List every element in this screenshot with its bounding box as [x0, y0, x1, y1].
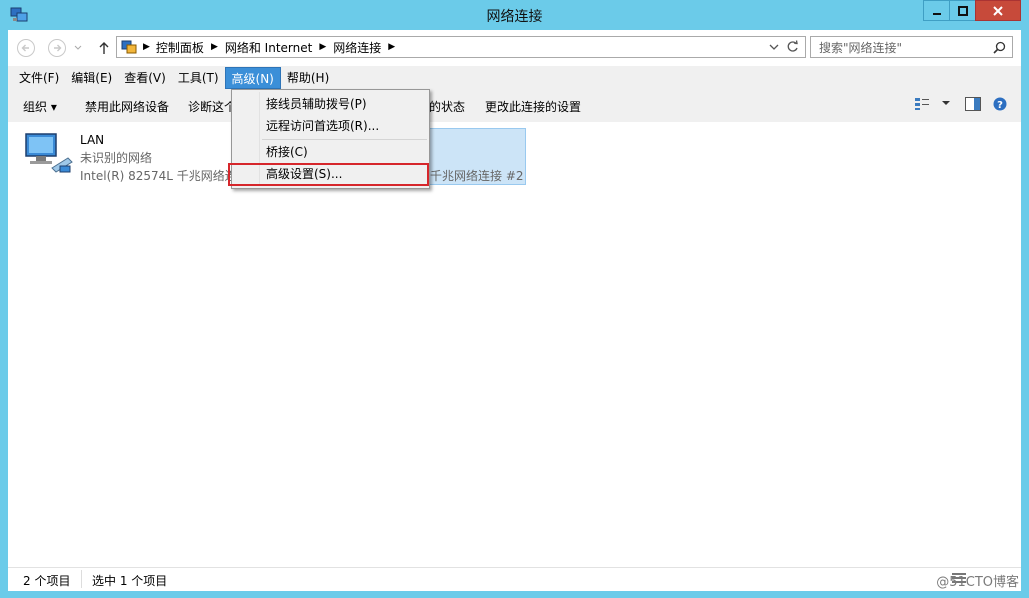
network-adapter-icon: [22, 130, 74, 185]
up-arrow-icon: [99, 42, 109, 54]
close-icon: [993, 5, 1003, 16]
chevron-down-icon: [769, 44, 779, 50]
status-divider: [81, 570, 82, 588]
breadcrumb-chevron-icon[interactable]: ▶: [388, 42, 395, 52]
connection-name: LAN: [80, 133, 105, 147]
menu-tools[interactable]: 工具(T): [172, 67, 225, 89]
maximize-icon: [957, 5, 968, 16]
search-icon[interactable]: [993, 41, 1006, 57]
forward-button[interactable]: [47, 38, 67, 58]
menu-separator: [262, 139, 427, 140]
breadcrumb-network-internet[interactable]: 网络和 Internet: [225, 39, 312, 56]
caption-buttons: [923, 0, 1021, 21]
change-settings-button[interactable]: 更改此连接的设置: [485, 98, 581, 115]
minimize-icon: [932, 12, 941, 15]
diagnose-button[interactable]: 诊断这个: [188, 98, 236, 115]
forward-arrow-icon: [48, 39, 66, 57]
breadcrumb-chevron-icon[interactable]: ▶: [319, 42, 326, 52]
menu-help[interactable]: 帮助(H): [281, 67, 335, 89]
help-button[interactable]: ?: [993, 97, 1007, 114]
minimize-button[interactable]: [923, 0, 950, 21]
search-placeholder: 搜索"网络连接": [819, 40, 903, 55]
connection-adapter: 千兆网络连接 #2: [430, 169, 524, 183]
navigation-bar: ▶ 控制面板 ▶ 网络和 Internet ▶ 网络连接 ▶ 搜索"网络连接": [8, 30, 1021, 66]
maximize-button[interactable]: [949, 0, 976, 21]
annotation-highlight-box: [228, 163, 429, 186]
address-history-dropdown[interactable]: [769, 41, 779, 55]
breadcrumb: 控制面板 ▶ 网络和 Internet ▶ 网络连接 ▶: [156, 39, 402, 56]
preview-pane-icon: [965, 97, 981, 111]
connection-status: 未识别的网络: [80, 151, 153, 165]
command-bar: 组织 ▾ 禁用此网络设备 诊断这个 的状态 更改此连接的设置 ?: [8, 90, 1021, 122]
menu-item-operator-dial[interactable]: 接线员辅助拨号(P): [233, 93, 428, 115]
back-arrow-icon: [17, 39, 35, 57]
selected-count: 选中 1 个项目: [92, 574, 168, 588]
file-list-pane[interactable]: LAN 未识别的网络 Intel(R) 82574L 千兆网络连 千兆网络连接 …: [8, 122, 1021, 567]
network-connection-item[interactable]: LAN 未识别的网络 Intel(R) 82574L 千兆网络连: [80, 131, 237, 185]
view-status-button[interactable]: 的状态: [429, 98, 465, 115]
up-button[interactable]: [94, 38, 114, 58]
connection-adapter: Intel(R) 82574L 千兆网络连: [80, 169, 237, 183]
title-bar: 网络连接: [0, 0, 1029, 30]
recent-locations-dropdown[interactable]: [72, 38, 84, 58]
status-bar: 2 个项目 选中 1 个项目: [8, 567, 1021, 591]
breadcrumb-root-chevron-icon[interactable]: ▶: [143, 42, 150, 52]
back-button[interactable]: [16, 38, 36, 58]
search-input[interactable]: 搜索"网络连接": [810, 36, 1013, 58]
chevron-down-icon: [74, 45, 82, 50]
window-title: 网络连接: [486, 9, 543, 25]
view-dropdown[interactable]: [941, 97, 951, 111]
menu-edit[interactable]: 编辑(E): [65, 67, 118, 89]
control-panel-icon: [121, 39, 137, 55]
chevron-down-icon: [942, 101, 950, 105]
menu-advanced[interactable]: 高级(N): [224, 67, 281, 89]
menu-item-remote-access-prefs[interactable]: 远程访问首选项(R)...: [233, 115, 428, 137]
menu-bar: 文件(F) 编辑(E) 查看(V) 工具(T) 高级(N) 帮助(H): [8, 66, 1021, 90]
preview-pane-button[interactable]: [965, 97, 981, 114]
organize-button[interactable]: 组织 ▾: [23, 98, 57, 115]
refresh-icon: [787, 40, 798, 52]
view-options-icon: [915, 98, 929, 110]
svg-text:?: ?: [997, 100, 1003, 111]
menu-file[interactable]: 文件(F): [13, 67, 65, 89]
menu-view[interactable]: 查看(V): [118, 67, 172, 89]
address-bar[interactable]: ▶ 控制面板 ▶ 网络和 Internet ▶ 网络连接 ▶: [116, 36, 806, 58]
menu-item-bridge[interactable]: 桥接(C): [233, 141, 428, 163]
change-view-button[interactable]: [914, 97, 930, 114]
refresh-button[interactable]: [786, 40, 799, 56]
breadcrumb-network-connections[interactable]: 网络连接: [333, 39, 381, 56]
disable-device-button[interactable]: 禁用此网络设备: [85, 98, 169, 115]
explorer-window: 网络连接 ▶ 控制面板 ▶ 网络和 Internet ▶ 网络连接 ▶ 搜索"网…: [0, 0, 1029, 598]
item-count: 2 个项目: [23, 574, 71, 588]
help-icon: ?: [993, 97, 1007, 111]
close-button[interactable]: [975, 0, 1021, 21]
breadcrumb-control-panel[interactable]: 控制面板: [156, 39, 204, 56]
breadcrumb-chevron-icon[interactable]: ▶: [211, 42, 218, 52]
watermark: @51CTO博客: [936, 575, 1019, 590]
